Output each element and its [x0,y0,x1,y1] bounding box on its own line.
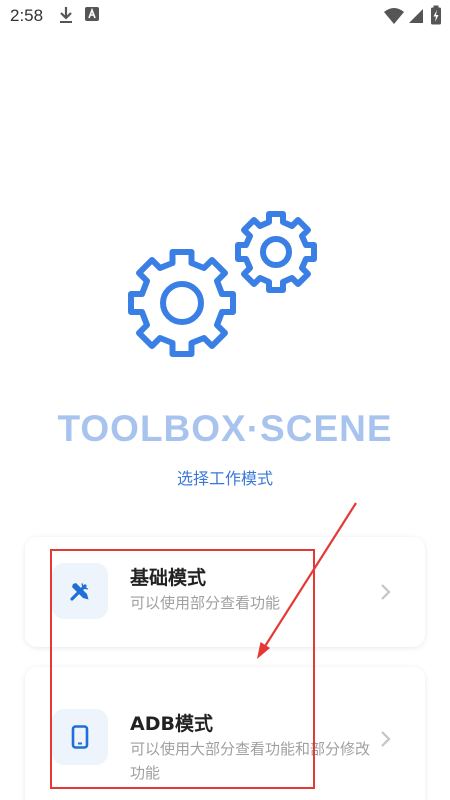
signal-icon [409,9,423,23]
gears-icon [128,211,317,357]
annotation-highlight-box [50,549,315,789]
status-time: 2:58 [10,6,44,25]
chevron-right-icon [381,731,391,747]
chevron-right-icon [381,584,391,600]
app-title: TOOLBOX·SCENE [57,408,393,449]
status-bar: 2:58 [0,0,450,32]
download-icon [60,7,72,23]
wifi-icon [384,8,404,24]
battery-icon [431,5,441,25]
app-notification-icon [85,7,99,21]
app-subtitle: 选择工作模式 [176,469,273,488]
